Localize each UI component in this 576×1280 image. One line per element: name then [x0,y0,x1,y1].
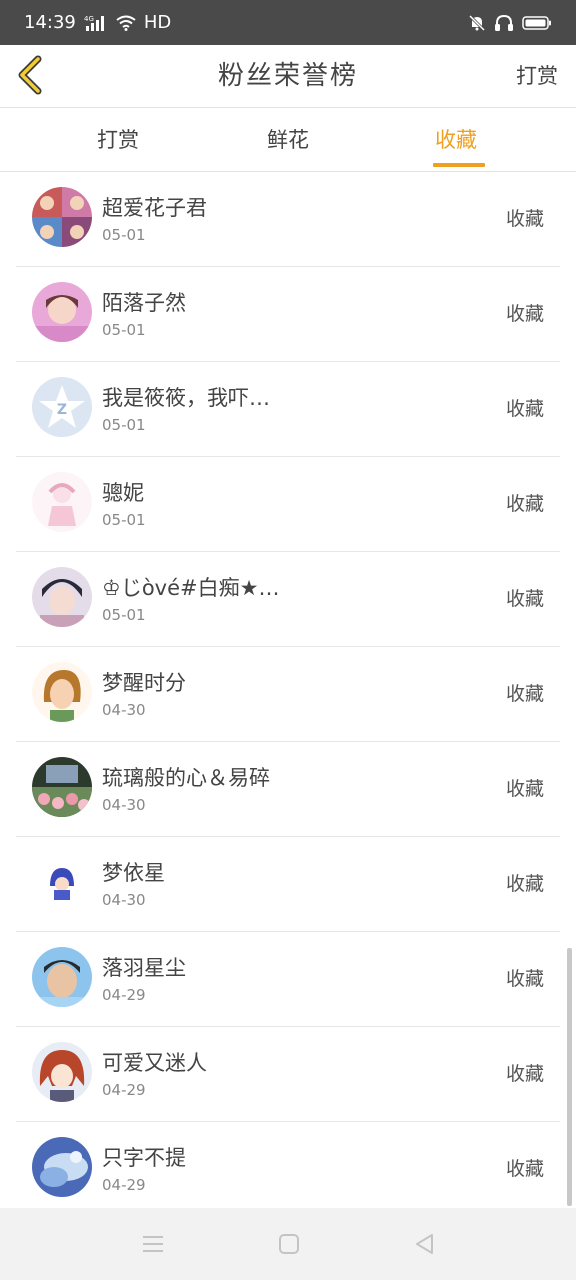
date: 04-30 [102,701,146,719]
list-item[interactable]: ♔じòvé#白痴★… 05-01 收藏 [16,552,560,647]
date: 05-01 [102,606,146,624]
svg-text:4G: 4G [84,15,94,23]
tab-favorites[interactable]: 收藏 [396,108,516,172]
date: 05-01 [102,511,146,529]
status-left: 14:39 4G HD [24,12,171,33]
headphones-icon [494,14,514,32]
action-label: 收藏 [505,968,544,990]
tab-reward[interactable]: 打赏 [58,108,178,172]
avatar: Z [32,377,92,437]
action-label: 收藏 [505,683,544,705]
home-button[interactable] [276,1232,302,1256]
date: 04-30 [102,891,146,909]
list-item[interactable]: 琉璃般的心＆易碎 04-30 收藏 [16,742,560,837]
reward-button[interactable]: 打赏 [516,45,558,108]
user-name: 骢妮 [102,481,144,505]
action-label: 收藏 [505,398,544,420]
action-label: 收藏 [505,873,544,895]
avatar [32,187,92,247]
avatar [32,852,92,912]
date: 05-01 [102,321,146,339]
list-item[interactable]: Z 我是筱筱，我吓… 05-01 收藏 [16,362,560,457]
user-name: 陌落子然 [102,291,186,315]
clock: 14:39 [24,12,76,33]
action-label: 收藏 [505,208,544,230]
user-name: 落羽星尘 [102,956,186,980]
action-label: 收藏 [505,303,544,325]
avatar [32,662,92,722]
svg-text:Z: Z [57,402,67,418]
avatar [32,567,92,627]
action-label: 收藏 [505,588,544,610]
action-label: 收藏 [505,778,544,800]
list-item[interactable]: 陌落子然 05-01 收藏 [16,267,560,362]
user-name: 只字不提 [102,1146,186,1170]
action-label: 收藏 [505,1063,544,1085]
list-item[interactable]: 只字不提 04-29 收藏 [16,1122,560,1217]
wifi-icon [116,15,136,31]
back-nav-button[interactable] [412,1232,438,1256]
list-item[interactable]: 骢妮 05-01 收藏 [16,457,560,552]
page-title: 粉丝荣誉榜 [217,61,358,91]
date: 04-29 [102,986,146,1004]
list-item[interactable]: 落羽星尘 04-29 收藏 [16,932,560,1027]
action-label: 收藏 [505,493,544,515]
status-right [468,14,552,32]
avatar [32,472,92,532]
avatar [32,1042,92,1102]
user-name: 超爱花子君 [102,196,207,220]
menu-icon [143,1236,163,1252]
hd-indicator: HD [143,12,172,33]
signal-icon: 4G [84,14,108,32]
fan-list: 超爱花子君 05-01 收藏 陌落子然 05-01 收藏 Z 我是筱筱，我吓… … [0,172,576,1217]
tab-favorites-label: 收藏 [435,128,477,152]
status-bar: 14:39 4G HD [0,0,576,45]
date: 04-29 [102,1081,146,1099]
avatar [32,282,92,342]
active-tab-indicator [433,163,485,167]
date: 05-01 [102,226,146,244]
avatar [32,757,92,817]
avatar [32,1137,92,1197]
tab-flowers[interactable]: 鲜花 [228,108,348,172]
list-item[interactable]: 梦醒时分 04-30 收藏 [16,647,560,742]
avatar [32,947,92,1007]
user-name: 琉璃般的心＆易碎 [102,766,270,790]
list-item[interactable]: 超爱花子君 05-01 收藏 [16,172,560,267]
user-name: 我是筱筱，我吓… [102,386,270,410]
triangle-back-icon [416,1234,433,1254]
system-nav-bar [0,1208,576,1280]
user-name: 可爱又迷人 [102,1051,207,1075]
default-star-icon: Z [32,377,92,437]
user-name: ♔じòvé#白痴★… [102,576,280,600]
battery-icon [522,15,552,31]
date: 04-29 [102,1176,146,1194]
mute-icon [468,14,486,32]
user-name: 梦醒时分 [102,671,186,695]
list-item[interactable]: 可爱又迷人 04-29 收藏 [16,1027,560,1122]
tab-bar: 打赏 鲜花 收藏 [0,108,576,172]
menu-button[interactable] [140,1232,166,1256]
scrollbar[interactable] [567,948,572,1206]
action-label: 收藏 [505,1158,544,1180]
app-header: 粉丝荣誉榜 打赏 [0,45,576,108]
date: 04-30 [102,796,146,814]
user-name: 梦依星 [102,861,165,885]
date: 05-01 [102,416,146,434]
list-item[interactable]: 梦依星 04-30 收藏 [16,837,560,932]
home-icon [279,1234,299,1254]
